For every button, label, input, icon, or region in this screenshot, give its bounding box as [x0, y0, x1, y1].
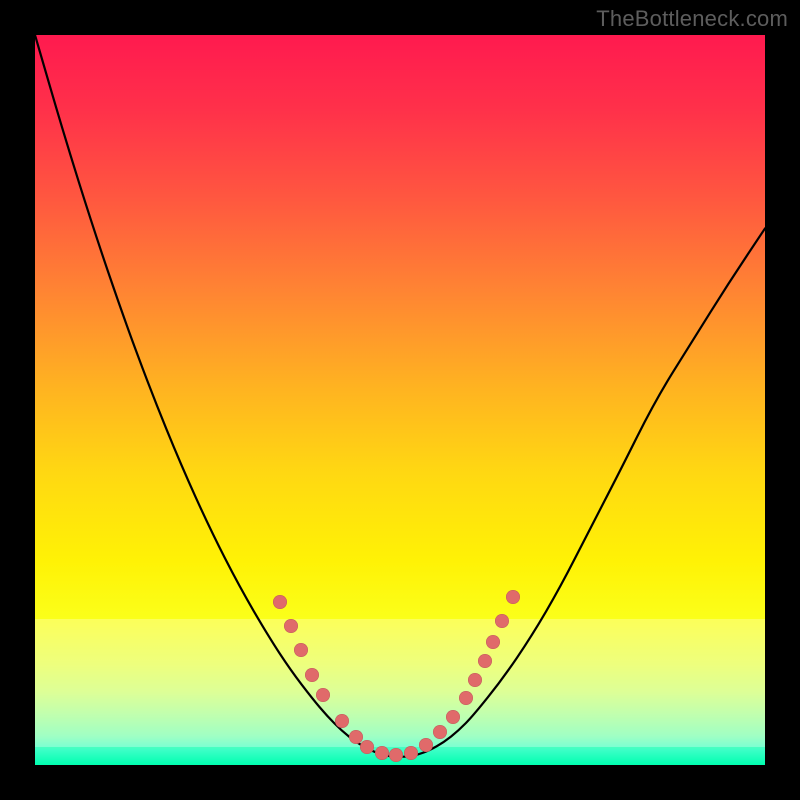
data-marker	[273, 595, 287, 609]
chart-frame: TheBottleneck.com	[0, 0, 800, 800]
watermark-label: TheBottleneck.com	[596, 6, 788, 32]
data-marker	[335, 714, 349, 728]
plot-area	[35, 35, 765, 765]
data-marker	[446, 710, 460, 724]
data-marker	[478, 654, 492, 668]
bottleneck-curve	[35, 35, 765, 765]
data-marker	[419, 738, 433, 752]
data-marker	[360, 740, 374, 754]
data-marker	[459, 691, 473, 705]
data-marker	[486, 635, 500, 649]
data-marker	[284, 619, 298, 633]
data-marker	[375, 746, 389, 760]
